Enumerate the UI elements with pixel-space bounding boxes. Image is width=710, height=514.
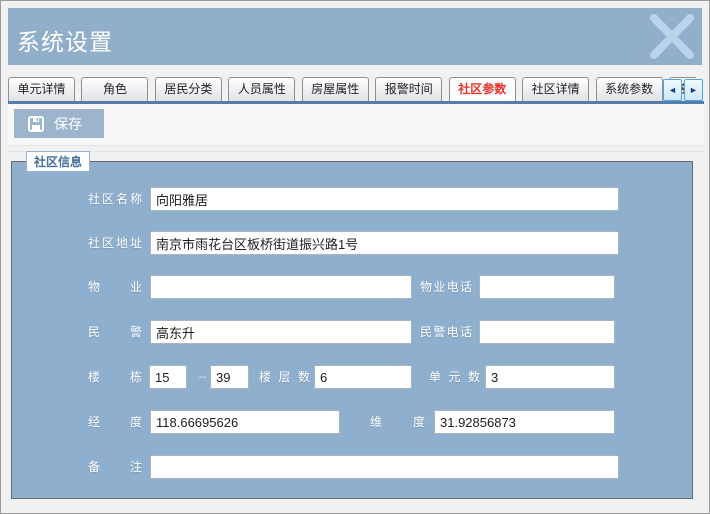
building-to-input[interactable] xyxy=(210,365,249,389)
tab-resident-category[interactable]: 居民分类 xyxy=(155,77,222,101)
building-range-separator: -- xyxy=(195,365,210,389)
latitude-input[interactable] xyxy=(434,410,615,434)
community-address-input[interactable] xyxy=(150,231,619,255)
toolbar: 保存 xyxy=(8,104,704,146)
police-phone-input[interactable] xyxy=(479,320,615,344)
community-info-group: 社区信息 社区名称 社区地址 物业 物业电话 民警 民警电话 楼栋 -- 楼层数… xyxy=(11,161,693,499)
close-icon xyxy=(645,12,699,62)
titlebar: 系统设置 xyxy=(8,8,702,65)
remark-input[interactable] xyxy=(150,455,619,479)
save-button-label: 保存 xyxy=(54,114,82,134)
save-button[interactable]: 保存 xyxy=(14,109,104,138)
scroll-right-icon: ► xyxy=(689,85,698,95)
property-phone-input[interactable] xyxy=(479,275,615,299)
tab-alarm-time[interactable]: 报警时间 xyxy=(375,77,442,101)
property-label: 物业 xyxy=(88,275,142,299)
building-from-input[interactable] xyxy=(149,365,187,389)
floors-label: 楼层数 xyxy=(259,365,310,389)
tab-bar: 单元详情 角色 居民分类 人员属性 房屋属性 报警时间 社区参数 社区详情 系统… xyxy=(8,77,704,101)
tab-unit-detail[interactable]: 单元详情 xyxy=(8,77,75,101)
tab-role[interactable]: 角色 xyxy=(81,77,148,101)
scroll-left-icon: ◄ xyxy=(668,85,677,95)
content-separator xyxy=(8,151,704,152)
tab-scroll-left-button[interactable]: ◄ xyxy=(663,79,682,101)
tab-system-params[interactable]: 系统参数 xyxy=(596,77,663,101)
community-name-input[interactable] xyxy=(150,187,619,211)
remark-label: 备注 xyxy=(88,455,142,479)
units-input[interactable] xyxy=(485,365,615,389)
tab-community-detail[interactable]: 社区详情 xyxy=(522,77,589,101)
property-input[interactable] xyxy=(150,275,412,299)
system-settings-window: 系统设置 单元详情 角色 居民分类 人员属性 房屋属性 报警时间 社区参数 社区… xyxy=(0,0,710,514)
units-label: 单元数 xyxy=(429,365,480,389)
floors-input[interactable] xyxy=(314,365,412,389)
police-label: 民警 xyxy=(88,320,142,344)
longitude-input[interactable] xyxy=(150,410,340,434)
save-icon xyxy=(27,115,45,133)
tab-community-params[interactable]: 社区参数 xyxy=(449,77,516,101)
tab-house-attribute[interactable]: 房屋属性 xyxy=(302,77,369,101)
close-button[interactable] xyxy=(645,12,699,62)
community-address-label: 社区地址 xyxy=(88,231,142,255)
tab-person-attribute[interactable]: 人员属性 xyxy=(228,77,295,101)
community-name-label: 社区名称 xyxy=(88,187,142,211)
property-phone-label: 物业电话 xyxy=(420,275,472,299)
police-input[interactable] xyxy=(150,320,412,344)
tab-scroll-right-button[interactable]: ► xyxy=(684,79,703,101)
window-title: 系统设置 xyxy=(17,23,113,57)
latitude-label: 维度 xyxy=(370,410,425,434)
group-title: 社区信息 xyxy=(26,151,90,172)
longitude-label: 经度 xyxy=(88,410,142,434)
building-label: 楼栋 xyxy=(88,365,142,389)
police-phone-label: 民警电话 xyxy=(420,320,472,344)
